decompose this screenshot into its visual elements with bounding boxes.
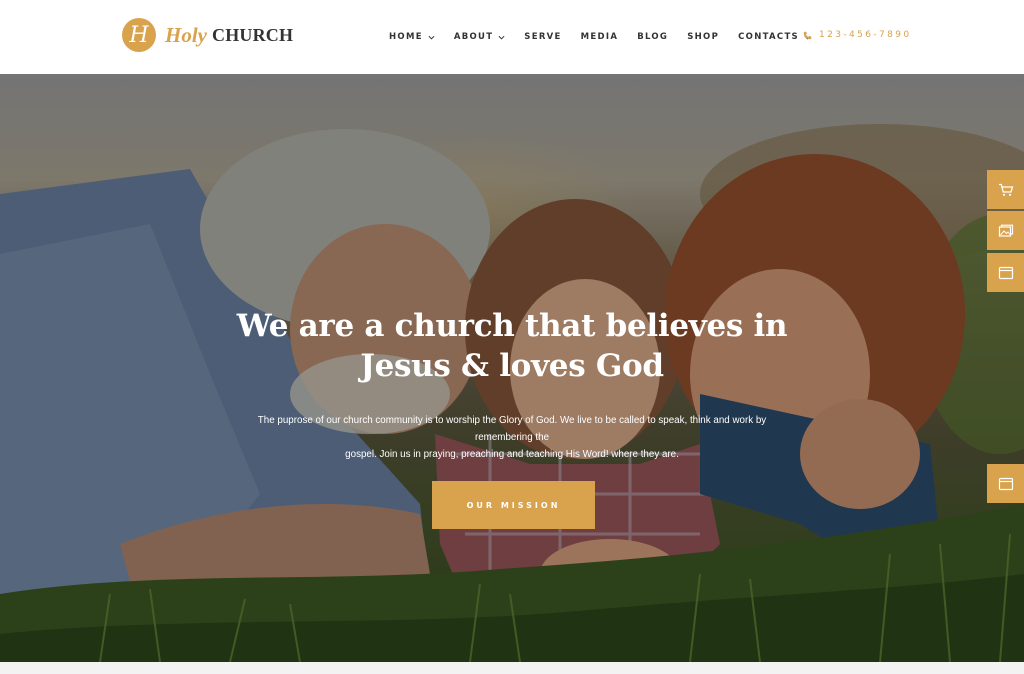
chevron-down-icon — [428, 35, 435, 40]
chevron-down-icon — [498, 35, 505, 40]
gallery-icon — [998, 224, 1013, 237]
nav-item-about[interactable]: ABOUT — [454, 32, 505, 42]
browser-window-icon — [998, 266, 1013, 279]
nav-item-media[interactable]: MEDIA — [581, 32, 619, 42]
nav-item-home[interactable]: HOME — [389, 32, 435, 42]
hero-heading-line-2: Jesus & loves God — [360, 348, 664, 384]
nav-item-label: CONTACTS — [738, 32, 799, 42]
hero-heading-line-1: We are a church that believes in — [236, 308, 788, 344]
nav-item-serve[interactable]: SERVE — [524, 32, 561, 42]
nav-item-label: HOME — [389, 32, 423, 42]
side-window-button-2[interactable] — [987, 464, 1024, 503]
next-section-edge — [0, 662, 1024, 674]
nav-item-label: SHOP — [687, 32, 720, 42]
nav-item-contacts[interactable]: CONTACTS — [738, 32, 811, 42]
nav-item-label: MEDIA — [580, 32, 619, 42]
hero-description-line-1: The puprose of our church community is t… — [257, 415, 767, 443]
side-cart-button[interactable] — [987, 170, 1024, 209]
nav-item-label: SERVE — [524, 32, 562, 42]
side-window-button[interactable] — [987, 253, 1024, 292]
hero-section: We are a church that believes in Jesus &… — [0, 74, 1024, 662]
browser-window-icon — [998, 477, 1013, 490]
logo-text-holy: Holy — [165, 22, 207, 47]
nav-item-blog[interactable]: BLOG — [637, 32, 668, 42]
main-navigation: HOME ABOUT SERVE MEDIA BLOG SHOP CONTACT… — [389, 30, 830, 44]
site-header: H Holy CHURCH HOME ABOUT SERVE MEDIA BLO… — [0, 0, 1024, 74]
hero-description-line-2: gospel. Join us in praying, preaching an… — [345, 449, 679, 460]
hero-description: The puprose of our church community is t… — [232, 412, 792, 463]
phone-link[interactable]: 123-456-7890 — [803, 30, 912, 40]
side-gallery-button[interactable] — [987, 211, 1024, 250]
logo-mark-icon: H — [122, 18, 156, 52]
phone-icon — [803, 31, 812, 39]
logo-text-church: CHURCH — [212, 24, 294, 45]
site-logo[interactable]: H Holy CHURCH — [122, 17, 293, 53]
phone-number: 123-456-7890 — [819, 30, 912, 40]
cart-icon — [998, 183, 1013, 196]
nav-item-label: BLOG — [637, 32, 669, 42]
nav-item-shop[interactable]: SHOP — [687, 32, 719, 42]
hero-heading: We are a church that believes in Jesus &… — [212, 306, 812, 386]
nav-item-label: ABOUT — [453, 32, 494, 42]
our-mission-button[interactable]: OUR MISSION — [432, 481, 595, 529]
